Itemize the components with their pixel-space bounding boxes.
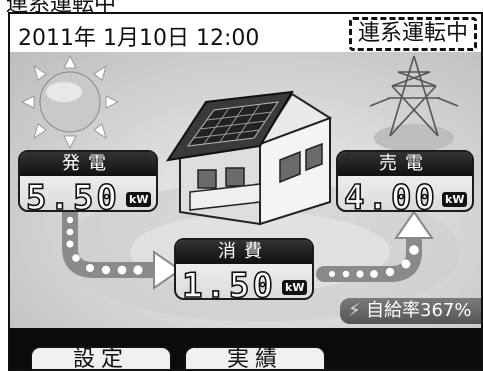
operation-mode-badge: 連系運転中 [348,17,477,51]
generation-unit: kW [126,192,152,207]
house-with-solar-panels-icon [165,90,333,226]
consumption-title: 消費 [176,240,312,264]
consumption-value: 1.50 [181,265,276,307]
power-tower-icon [369,55,459,152]
generation-panel: 発電 5.50 kW [18,150,158,219]
bottom-divider [10,328,481,344]
top-cut-off-text: 連系運転中 [0,0,483,12]
generation-title: 発電 [20,152,156,176]
selling-value: 4.00 [343,177,438,219]
selling-title: 売電 [338,152,472,176]
lightning-icon: ⚡ [348,300,361,321]
tab-bar: 設定 実績 [10,344,481,369]
status-bar: 2011年 1月10日 12:00 連系運転中 [10,14,481,52]
self-sufficiency-label: 自給率 [366,300,420,321]
device-screen: 2011年 1月10日 12:00 連系運転中 発電 5.50 kW 売電 4.… [8,12,483,371]
selling-unit: kW [442,192,468,207]
top-cut-off-label: 連系運転中 [6,0,116,12]
tab-settings[interactable]: 設定 [30,346,172,369]
consumption-panel: 消費 1.50 kW [174,238,314,307]
selling-panel: 売電 4.00 kW [336,150,474,219]
self-sufficiency-indicator: ⚡ 自給率367% [340,298,481,324]
datetime-display: 2011年 1月10日 12:00 [18,26,260,51]
energy-flow-scene: 発電 5.50 kW 売電 4.00 kW 消費 1.50 kW ⚡ 自給率367… [10,52,481,328]
tab-results[interactable]: 実績 [184,346,326,369]
sun-icon [20,54,120,150]
consumption-unit: kW [282,280,308,295]
generation-value: 5.50 [25,177,120,219]
self-sufficiency-value: 367% [420,300,472,321]
